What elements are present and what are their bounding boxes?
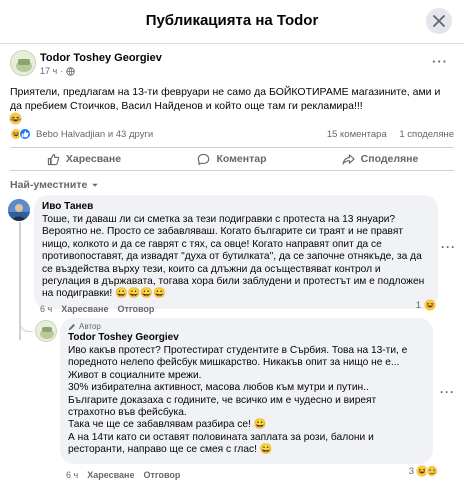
thumbs-up-icon xyxy=(47,153,60,165)
comment-sort-dropdown[interactable]: Най-уместните xyxy=(10,179,99,191)
reply-actions: 6 ч Харесване Отговор xyxy=(66,470,180,480)
reaction-icons[interactable] xyxy=(10,128,31,140)
reply-author-avatar[interactable] xyxy=(35,320,57,342)
comment-button-label: Коментар xyxy=(216,153,267,165)
sad-reaction-icon xyxy=(426,465,438,477)
reply-text-line: А на 14ти като си оставят половината зап… xyxy=(68,431,374,456)
chevron-down-icon xyxy=(92,183,99,187)
post-author-avatar[interactable] xyxy=(10,50,36,76)
comment-button[interactable]: Коментар xyxy=(158,148,306,170)
reply-text-line: Живот в социалните мрежи. xyxy=(68,369,202,381)
comment-count[interactable]: 15 коментара xyxy=(327,129,387,140)
reply-options-icon[interactable]: ··· xyxy=(440,385,455,399)
reply-text-line: Българите доказаха с годините, че всичко… xyxy=(68,394,377,419)
comment-options-icon[interactable]: ··· xyxy=(441,240,456,254)
post-meta: 17 ч · xyxy=(40,66,75,76)
reply-like-button[interactable]: Харесване xyxy=(87,470,134,480)
reaction-names[interactable]: Bebo Halvadjian и 43 други xyxy=(36,129,153,140)
like-button[interactable]: Харесване xyxy=(10,148,158,170)
globe-icon xyxy=(66,66,75,76)
share-count[interactable]: 1 споделяне xyxy=(399,129,454,140)
pencil-icon xyxy=(68,323,75,330)
reply-text-line: Така че ще се забавлявам разбира се! 😀 xyxy=(68,419,267,431)
sort-label: Най-уместните xyxy=(10,179,88,191)
reply-author[interactable]: Todor Toshey Georgiev xyxy=(68,332,423,343)
close-icon xyxy=(433,15,445,27)
reactions-summary: Bebo Halvadjian и 43 други 15 коментара … xyxy=(10,127,454,143)
post-time[interactable]: 17 ч xyxy=(40,66,57,76)
comment-author[interactable]: Иво Танев xyxy=(42,201,428,212)
close-button[interactable] xyxy=(426,8,452,34)
author-badge: Автор xyxy=(68,322,423,331)
haha-reaction-icon xyxy=(424,299,436,311)
reply-time[interactable]: 6 ч xyxy=(66,470,78,480)
reply-bubble: Автор Todor Toshey Georgiev Иво какъв пр… xyxy=(60,318,433,464)
thread-connector-curve xyxy=(19,320,33,332)
reply-reaction-count[interactable]: 3 xyxy=(409,465,438,477)
dialog-header: Публикацията на Todor xyxy=(0,0,464,44)
post-options-icon[interactable]: ··· xyxy=(432,54,448,69)
comment-like-button[interactable]: Харесване xyxy=(61,304,108,314)
reaction-counts: 15 коментара 1 споделяне xyxy=(317,129,454,140)
dialog-title: Публикацията на Todor xyxy=(145,12,319,29)
share-button[interactable]: Споделяне xyxy=(306,148,454,170)
comment-reply-button[interactable]: Отговор xyxy=(117,304,154,314)
comment-time[interactable]: 6 ч xyxy=(40,304,52,314)
comment-icon xyxy=(198,153,210,165)
like-button-label: Харесване xyxy=(65,153,122,165)
reply-text-line: 30% избирателна активност, масова любов … xyxy=(68,382,369,394)
comment-actions: 6 ч Харесване Отговор xyxy=(40,304,154,314)
comment-bubble: Иво Танев Тоше, ти даваш ли си сметка за… xyxy=(34,195,438,309)
comment-reaction-count[interactable]: 1 xyxy=(416,299,436,311)
post-author-name[interactable]: Todor Toshey Georgiev xyxy=(40,52,162,64)
post-text: Приятели, предлагам на 13-ти февруари не… xyxy=(10,86,441,112)
reply-text-line: Иво какъв протест? Протестират студентит… xyxy=(68,345,408,369)
share-icon xyxy=(342,153,355,165)
post-actions-bar: Харесване Коментар Споделяне xyxy=(10,147,454,171)
comment-text: Тоше, ти даваш ли си сметка за тези поди… xyxy=(42,214,425,300)
like-reaction-icon xyxy=(19,128,31,140)
reply-reply-button[interactable]: Отговор xyxy=(143,470,180,480)
commenter-avatar[interactable] xyxy=(8,199,30,221)
share-button-label: Споделяне xyxy=(360,153,419,165)
